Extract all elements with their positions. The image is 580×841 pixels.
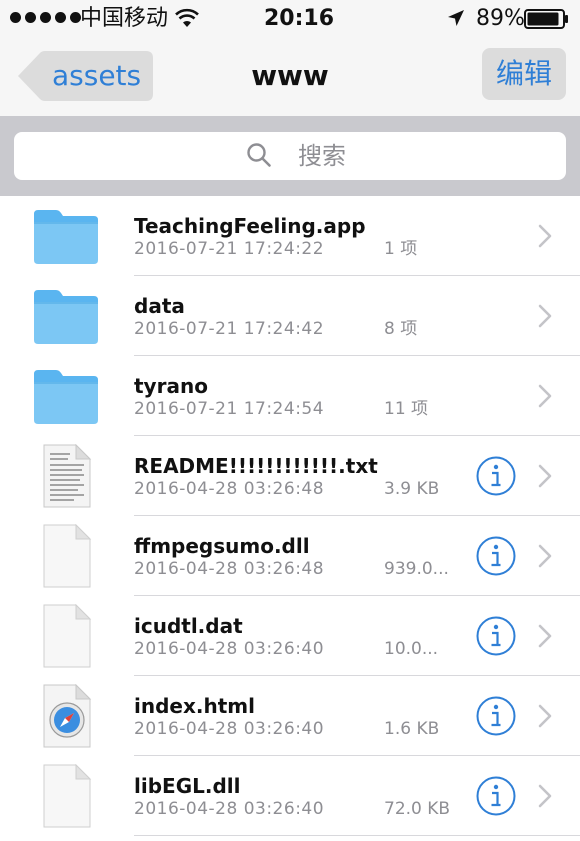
chevron-right-icon bbox=[538, 224, 552, 252]
file-size: 1 项 bbox=[384, 239, 418, 259]
signal-strength-icon bbox=[10, 12, 81, 23]
info-button-icon[interactable] bbox=[476, 776, 516, 816]
carrier-label: 中国移动 bbox=[80, 6, 169, 31]
file-name: icudtl.dat bbox=[134, 614, 243, 638]
search-placeholder: 搜索 bbox=[298, 142, 346, 170]
file-date: 2016-04-28 03:26:40 bbox=[134, 639, 325, 659]
file-size: 11 项 bbox=[384, 399, 429, 419]
list-item-0[interactable]: TeachingFeeling.app 2016-07-21 17:24:22 … bbox=[0, 196, 580, 276]
edit-button[interactable]: 编辑 bbox=[482, 48, 566, 100]
info-button-icon[interactable] bbox=[476, 536, 516, 576]
list-item-3[interactable]: README!!!!!!!!!!!!.txt 2016-04-28 03:26:… bbox=[0, 436, 580, 516]
list-item-6[interactable]: index.html 2016-04-28 03:26:40 1.6 KB bbox=[0, 676, 580, 756]
file-name: TeachingFeeling.app bbox=[134, 214, 366, 238]
list-item-7[interactable]: libEGL.dll 2016-04-28 03:26:40 72.0 KB bbox=[0, 756, 580, 836]
chevron-right-icon bbox=[538, 464, 552, 492]
search-input[interactable]: 搜索 bbox=[14, 132, 566, 180]
status-bar: 中国移动 20:16 89% bbox=[0, 0, 580, 38]
battery-percentage: 89% bbox=[476, 6, 525, 31]
file-name: libEGL.dll bbox=[134, 774, 241, 798]
file-name: data bbox=[134, 294, 185, 318]
file-date: 2016-04-28 03:26:48 bbox=[134, 559, 325, 579]
search-bar-container: 搜索 bbox=[0, 116, 580, 196]
file-date: 2016-07-21 17:24:54 bbox=[134, 399, 325, 419]
text-file-icon bbox=[30, 443, 102, 508]
list-item-4[interactable]: ffmpegsumo.dll 2016-04-28 03:26:48 939.0… bbox=[0, 516, 580, 596]
chevron-right-icon bbox=[538, 624, 552, 652]
wifi-icon bbox=[174, 8, 200, 32]
file-date: 2016-07-21 17:24:42 bbox=[134, 319, 325, 339]
safari-file-icon bbox=[30, 683, 102, 748]
file-size: 8 项 bbox=[384, 319, 418, 339]
search-icon bbox=[246, 142, 272, 172]
file-size: 939.0... bbox=[384, 559, 449, 579]
file-size: 3.9 KB bbox=[384, 479, 440, 499]
chevron-right-icon bbox=[538, 304, 552, 332]
file-date: 2016-04-28 03:26:40 bbox=[134, 799, 325, 819]
file-date: 2016-04-28 03:26:40 bbox=[134, 719, 325, 739]
file-name: README!!!!!!!!!!!!.txt bbox=[134, 454, 378, 478]
clock: 20:16 bbox=[264, 6, 335, 31]
file-list: TeachingFeeling.app 2016-07-21 17:24:22 … bbox=[0, 196, 580, 836]
file-size: 72.0 KB bbox=[384, 799, 451, 819]
file-date: 2016-04-28 03:26:48 bbox=[134, 479, 325, 499]
folder-icon bbox=[30, 364, 102, 428]
chevron-right-icon bbox=[538, 544, 552, 572]
folder-icon bbox=[30, 284, 102, 348]
folder-icon bbox=[30, 204, 102, 268]
file-name: tyrano bbox=[134, 374, 208, 398]
blank-file-icon bbox=[30, 763, 102, 828]
info-button-icon[interactable] bbox=[476, 456, 516, 496]
chevron-right-icon bbox=[538, 784, 552, 812]
blank-file-icon bbox=[30, 523, 102, 588]
navigation-bar: assets www 编辑 bbox=[0, 38, 580, 116]
chevron-right-icon bbox=[538, 384, 552, 412]
location-arrow-icon bbox=[446, 8, 466, 32]
file-name: ffmpegsumo.dll bbox=[134, 534, 310, 558]
list-item-2[interactable]: tyrano 2016-07-21 17:24:54 11 项 bbox=[0, 356, 580, 436]
list-item-5[interactable]: icudtl.dat 2016-04-28 03:26:40 10.0... bbox=[0, 596, 580, 676]
battery-icon bbox=[524, 9, 570, 33]
info-button-icon[interactable] bbox=[476, 696, 516, 736]
chevron-right-icon bbox=[538, 704, 552, 732]
file-name: index.html bbox=[134, 694, 255, 718]
file-size: 1.6 KB bbox=[384, 719, 440, 739]
file-date: 2016-07-21 17:24:22 bbox=[134, 239, 325, 259]
info-button-icon[interactable] bbox=[476, 616, 516, 656]
list-item-1[interactable]: data 2016-07-21 17:24:42 8 项 bbox=[0, 276, 580, 356]
file-size: 10.0... bbox=[384, 639, 439, 659]
blank-file-icon bbox=[30, 603, 102, 668]
